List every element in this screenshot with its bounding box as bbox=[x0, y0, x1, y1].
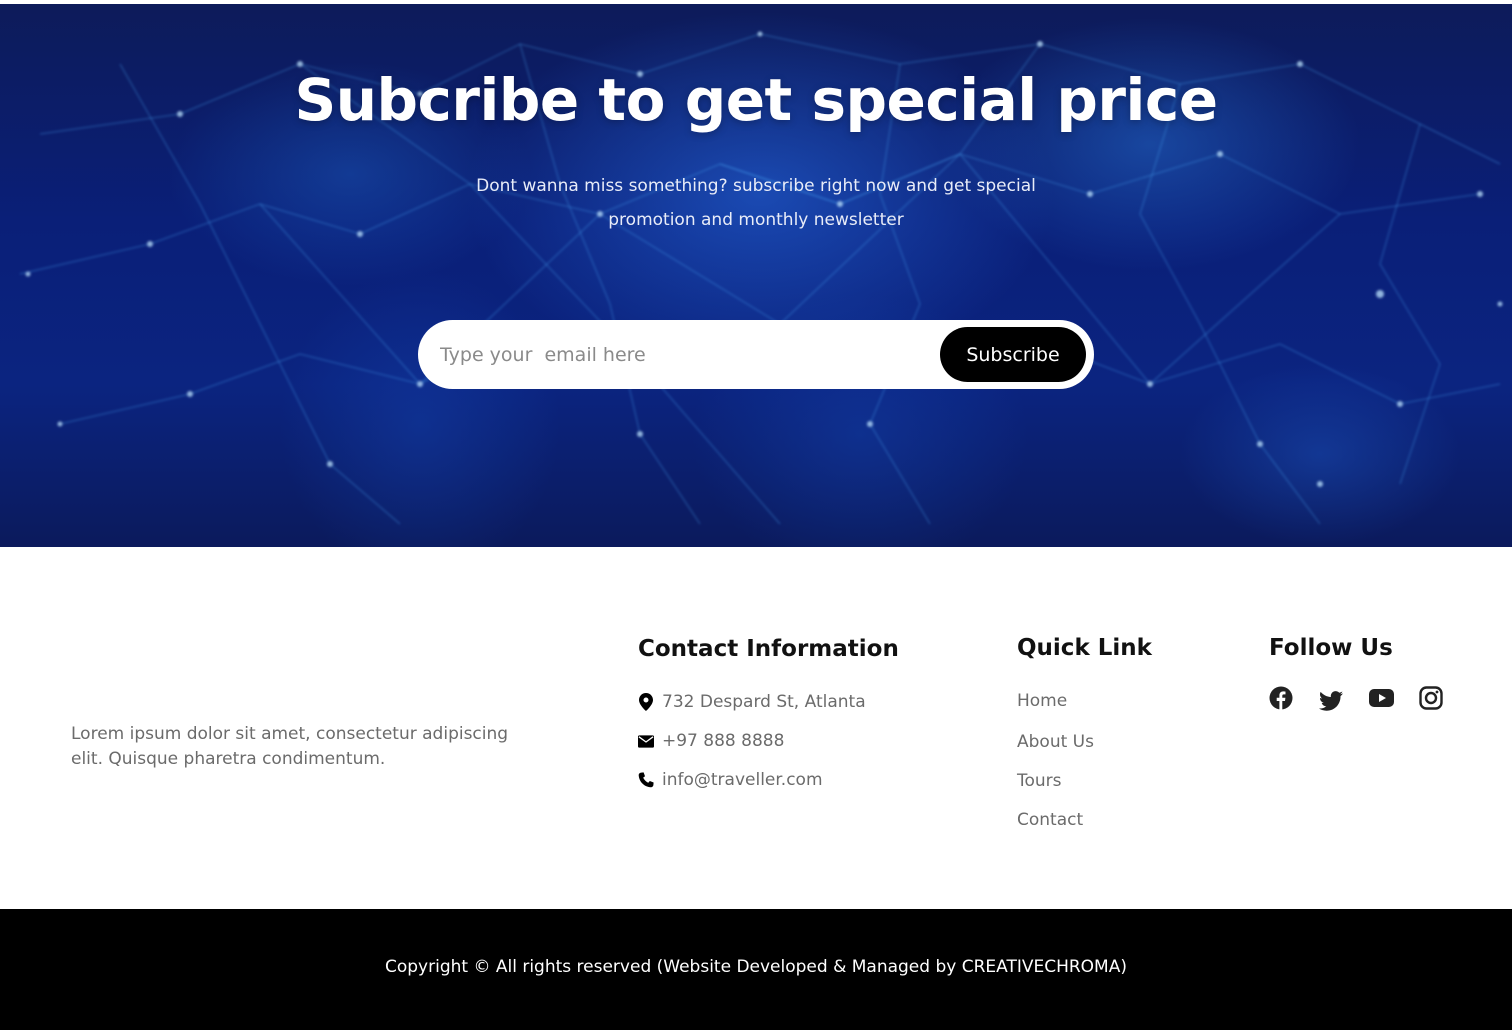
subscribe-form: Subscribe bbox=[418, 320, 1094, 389]
follow-heading: Follow Us bbox=[1269, 635, 1393, 661]
copyright-text: Copyright © All rights reserved (Website… bbox=[384, 957, 1127, 977]
copyright-bar: Copyright © All rights reserved (Website… bbox=[0, 909, 1512, 1030]
quick-link-contact[interactable]: Contact bbox=[1017, 810, 1083, 830]
contact-address-text: 732 Despard St, Atlanta bbox=[662, 692, 866, 712]
location-pin-icon bbox=[638, 693, 654, 711]
twitter-icon[interactable] bbox=[1318, 688, 1344, 714]
phone-icon bbox=[638, 771, 654, 789]
instagram-icon[interactable] bbox=[1418, 685, 1444, 711]
quick-link-about-us[interactable]: About Us bbox=[1017, 732, 1094, 752]
youtube-icon[interactable] bbox=[1368, 685, 1394, 711]
hero-title: Subcribe to get special price bbox=[294, 66, 1218, 134]
quick-link-home[interactable]: Home bbox=[1017, 691, 1067, 711]
contact-phone-text: +97 888 8888 bbox=[662, 731, 785, 751]
subscribe-button[interactable]: Subscribe bbox=[940, 327, 1086, 382]
quick-link-heading: Quick Link bbox=[1017, 635, 1152, 661]
contact-email: info@traveller.com bbox=[638, 770, 823, 790]
hero-subtitle: Dont wanna miss something? subscribe rig… bbox=[476, 176, 1036, 230]
about-text: Lorem ipsum dolor sit amet, consectetur … bbox=[71, 724, 509, 769]
contact-address: 732 Despard St, Atlanta bbox=[638, 692, 866, 712]
subscribe-hero: Subcribe to get special price Dont wanna… bbox=[0, 4, 1512, 547]
contact-phone: +97 888 8888 bbox=[638, 731, 784, 751]
contact-email-text: info@traveller.com bbox=[662, 770, 823, 790]
facebook-icon[interactable] bbox=[1268, 685, 1294, 711]
quick-link-tours[interactable]: Tours bbox=[1017, 771, 1062, 791]
email-input[interactable] bbox=[440, 332, 920, 377]
envelope-icon bbox=[638, 732, 654, 750]
contact-heading: Contact Information bbox=[638, 636, 899, 662]
